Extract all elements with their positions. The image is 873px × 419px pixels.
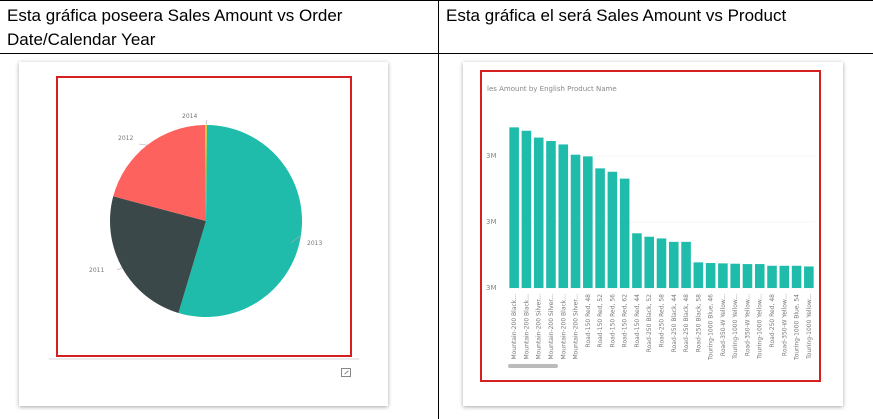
bar-highlight-box bbox=[480, 70, 821, 382]
right-header-cell: Esta gráfica el será Sales Amount vs Pro… bbox=[446, 6, 787, 25]
table-header-divider bbox=[0, 53, 873, 54]
expand-icon[interactable] bbox=[341, 368, 351, 377]
pie-highlight-box bbox=[56, 76, 352, 357]
left-header-cell: Esta gráfica poseera Sales Amount vs Ord… bbox=[7, 6, 343, 49]
comparison-table: Esta gráfica poseera Sales Amount vs Ord… bbox=[0, 0, 873, 419]
table-column-divider bbox=[438, 0, 439, 419]
